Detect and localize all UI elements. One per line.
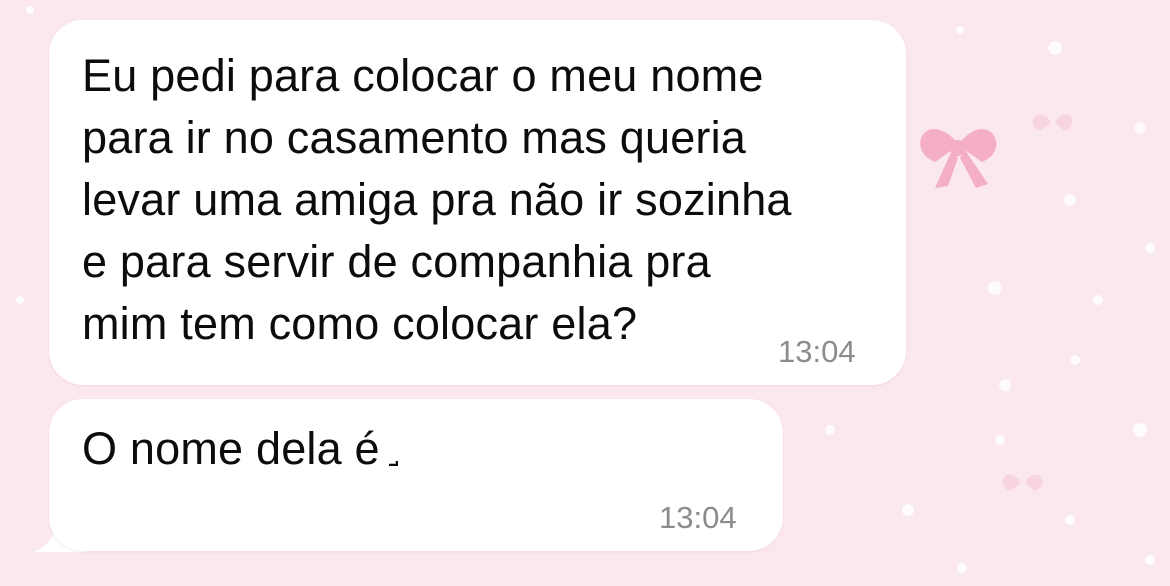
message-line: mim tem como colocar ela?	[82, 298, 638, 349]
message-text: O nome dela é	[82, 418, 722, 480]
message-line: e para servir de companhia pra	[82, 236, 711, 287]
message-line: para ir no casamento mas queria	[82, 112, 747, 163]
message-timestamp: 13:04	[659, 500, 737, 535]
redaction-mark	[388, 461, 398, 466]
message-line: levar uma amiga pra não ir sozinha	[82, 174, 792, 225]
message-timestamp: 13:04	[778, 334, 856, 369]
message-line: O nome dela é	[82, 418, 722, 480]
message-line-text: O nome dela é	[82, 423, 380, 474]
message-line: Eu pedi para colocar o meu nome	[82, 50, 764, 101]
message-text: Eu pedi para colocar o meu nome para ir …	[82, 45, 882, 355]
